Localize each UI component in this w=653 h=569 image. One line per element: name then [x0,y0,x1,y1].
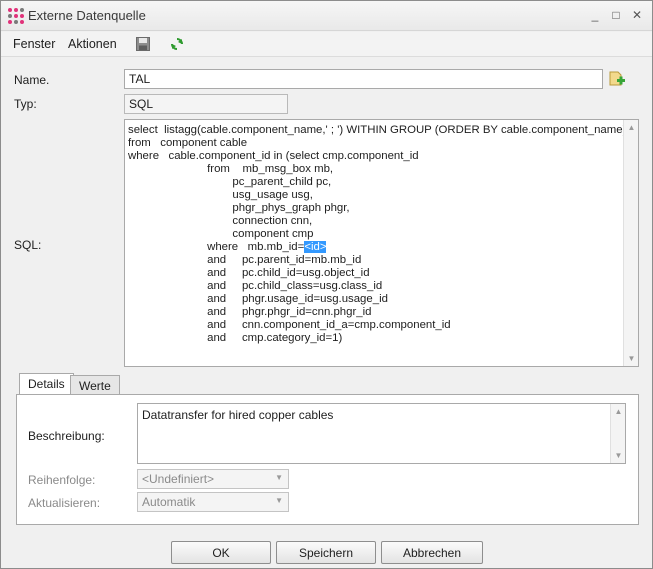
sql-text-after: and pc.parent_id=mb.mb_id and pc.child_i… [207,254,451,344]
refresh-select-value: Automatik [142,495,196,509]
details-panel: Beschreibung: Datatransfer for hired cop… [16,394,639,525]
order-select-value: <Undefiniert> [142,472,215,486]
title-bar[interactable]: Externe Datenquelle _ □ ✕ [1,1,652,31]
description-input[interactable]: Datatransfer for hired copper cables ▲ ▼ [137,403,626,464]
minimize-button[interactable]: _ [587,7,603,23]
name-label: Name. [14,73,50,87]
tab-details[interactable]: Details [19,373,74,395]
sql-text-before: select listagg(cable.component_name,' ; … [128,124,627,253]
app-logo-icon [8,8,24,24]
dialog-window: Externe Datenquelle _ □ ✕ Fenster Aktion… [0,0,653,569]
maximize-button[interactable]: □ [608,7,624,23]
name-input[interactable]: TAL [124,69,603,89]
type-field: SQL [124,94,288,114]
description-text: Datatransfer for hired copper cables [142,408,334,422]
window-title: Externe Datenquelle [28,8,146,23]
type-label: Typ: [14,97,37,111]
description-label: Beschreibung: [28,429,105,443]
scroll-down-icon[interactable]: ▼ [614,451,623,460]
sql-label: SQL: [14,238,42,252]
description-scrollbar[interactable]: ▲ ▼ [610,404,625,463]
cancel-button[interactable]: Abbrechen [381,541,483,564]
menu-aktionen[interactable]: Aktionen [68,37,117,51]
sql-selected-token: <id> [304,241,327,253]
order-select: <Undefiniert> ▼ [137,469,289,489]
tab-werte[interactable]: Werte [70,375,120,395]
order-label: Reihenfolge: [28,473,96,487]
sql-text: select listagg(cable.component_name,' ; … [125,120,638,345]
menu-fenster[interactable]: Fenster [13,37,55,51]
save-button[interactable]: Speichern [276,541,376,564]
scroll-up-icon[interactable]: ▲ [627,123,636,132]
add-document-icon[interactable] [608,70,626,88]
close-button[interactable]: ✕ [629,7,645,23]
sql-scrollbar[interactable]: ▲ ▼ [623,120,638,366]
scroll-down-icon[interactable]: ▼ [627,354,636,363]
refresh-select: Automatik ▼ [137,492,289,512]
menu-bar: Fenster Aktionen [1,32,652,57]
save-icon[interactable] [135,36,151,52]
ok-button[interactable]: OK [171,541,271,564]
chevron-down-icon: ▼ [275,473,283,482]
refresh-icon[interactable] [169,36,185,52]
sql-editor[interactable]: select listagg(cable.component_name,' ; … [124,119,639,367]
scroll-up-icon[interactable]: ▲ [614,407,623,416]
chevron-down-icon: ▼ [275,496,283,505]
refresh-label: Aktualisieren: [28,496,101,510]
